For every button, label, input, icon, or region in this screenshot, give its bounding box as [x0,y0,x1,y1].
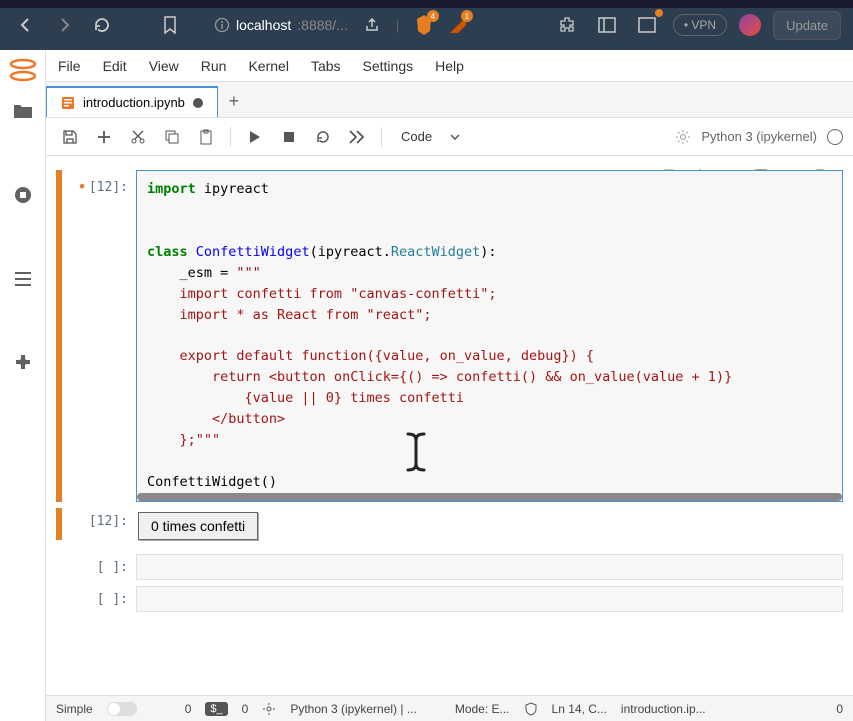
add-cell-button[interactable] [90,123,118,151]
cell-prompt: [ ]: [64,586,136,612]
folder-icon[interactable] [12,100,34,122]
extensions-icon[interactable] [12,352,34,374]
extension-icon-2[interactable]: 1 [446,13,470,37]
menu-kernel[interactable]: Kernel [248,58,288,74]
jupyter-logo-icon[interactable] [7,56,39,84]
menu-bar: File Edit View Run Kernel Tabs Settings … [46,50,853,82]
new-tab-button[interactable]: + [218,85,250,117]
menu-edit[interactable]: Edit [103,58,127,74]
menu-view[interactable]: View [149,58,179,74]
restart-run-all-button[interactable] [343,123,371,151]
share-button[interactable] [358,11,386,39]
menu-settings[interactable]: Settings [363,58,414,74]
status-count: 0 [185,702,192,716]
extension-badge: 4 [427,10,439,22]
url-path: :8888/... [297,17,348,33]
bookmark-button[interactable] [156,11,184,39]
status-count-2: 0 [242,702,249,716]
gear-icon[interactable] [262,702,276,716]
update-button[interactable]: Update [773,11,841,40]
kernel-name[interactable]: Python 3 (ipykernel) [701,129,817,144]
profile-avatar[interactable] [739,14,761,36]
code-editor[interactable] [136,586,843,612]
tab-bar: introduction.ipynb + [46,82,853,118]
restart-button[interactable] [309,123,337,151]
notebook-body: [12]: import ipyreact class ConfettiWidg… [46,156,853,695]
cell-prompt: [12]: [64,170,136,502]
code-editor[interactable]: import ipyreact class ConfettiWidget(ipy… [136,170,843,502]
tab-title: introduction.ipynb [83,95,185,110]
vpn-button[interactable]: • VPN [673,14,727,36]
kernel-status-icon[interactable] [827,129,843,145]
menu-file[interactable]: File [58,58,81,74]
unsaved-indicator-icon [193,98,203,108]
code-cell-empty[interactable]: [ ]: [56,586,843,612]
file-tab[interactable]: introduction.ipynb [46,86,218,117]
nav-back-button[interactable] [12,11,40,39]
simple-toggle[interactable] [107,702,137,716]
gear-icon[interactable] [675,129,691,145]
status-simple-label: Simple [56,702,93,716]
window-button[interactable] [633,11,661,39]
notebook-icon [61,96,75,110]
nav-forward-button[interactable] [50,11,78,39]
status-bar: Simple 0 $_ 0 Python 3 (ipykernel) | ...… [46,695,853,721]
url-bar[interactable]: localhost :8888/... [214,17,348,33]
run-button[interactable] [241,123,269,151]
url-host: localhost [236,17,291,33]
menu-help[interactable]: Help [435,58,464,74]
sidebar-toggle-button[interactable] [593,11,621,39]
output-prompt: [12]: [64,508,136,540]
code-cell-empty[interactable]: [ ]: [56,554,843,580]
save-button[interactable] [56,123,84,151]
terminal-icon[interactable]: $_ [205,702,227,716]
menu-run[interactable]: Run [201,58,227,74]
menu-tabs[interactable]: Tabs [311,58,341,74]
status-mode: Mode: E... [455,702,510,716]
chevron-down-icon [450,134,460,140]
output-cell: [12]: 0 times confetti [56,508,843,540]
stop-button[interactable] [275,123,303,151]
info-icon [214,17,230,33]
cell-prompt: [ ]: [64,554,136,580]
reload-button[interactable] [88,11,116,39]
extension-brave-icon[interactable]: 4 [412,13,436,37]
status-tail: 0 [836,702,843,716]
shield-icon [524,702,538,716]
running-icon[interactable] [12,184,34,206]
extension-badge-2: 1 [461,10,473,22]
confetti-button[interactable]: 0 times confetti [138,512,258,540]
toc-icon[interactable] [12,268,34,290]
paste-button[interactable] [192,123,220,151]
copy-button[interactable] [158,123,186,151]
extensions-button[interactable] [553,11,581,39]
status-kernel[interactable]: Python 3 (ipykernel) | ... [290,702,417,716]
cut-button[interactable] [124,123,152,151]
activity-bar [0,50,46,721]
status-ln-col[interactable]: Ln 14, C... [552,702,607,716]
status-filename: introduction.ip... [621,702,706,716]
code-editor[interactable] [136,554,843,580]
code-cell[interactable]: [12]: import ipyreact class ConfettiWidg… [56,170,843,502]
cell-type-select[interactable]: Code [392,124,479,149]
notebook-toolbar: Code Python 3 (ipykernel) [46,118,853,156]
